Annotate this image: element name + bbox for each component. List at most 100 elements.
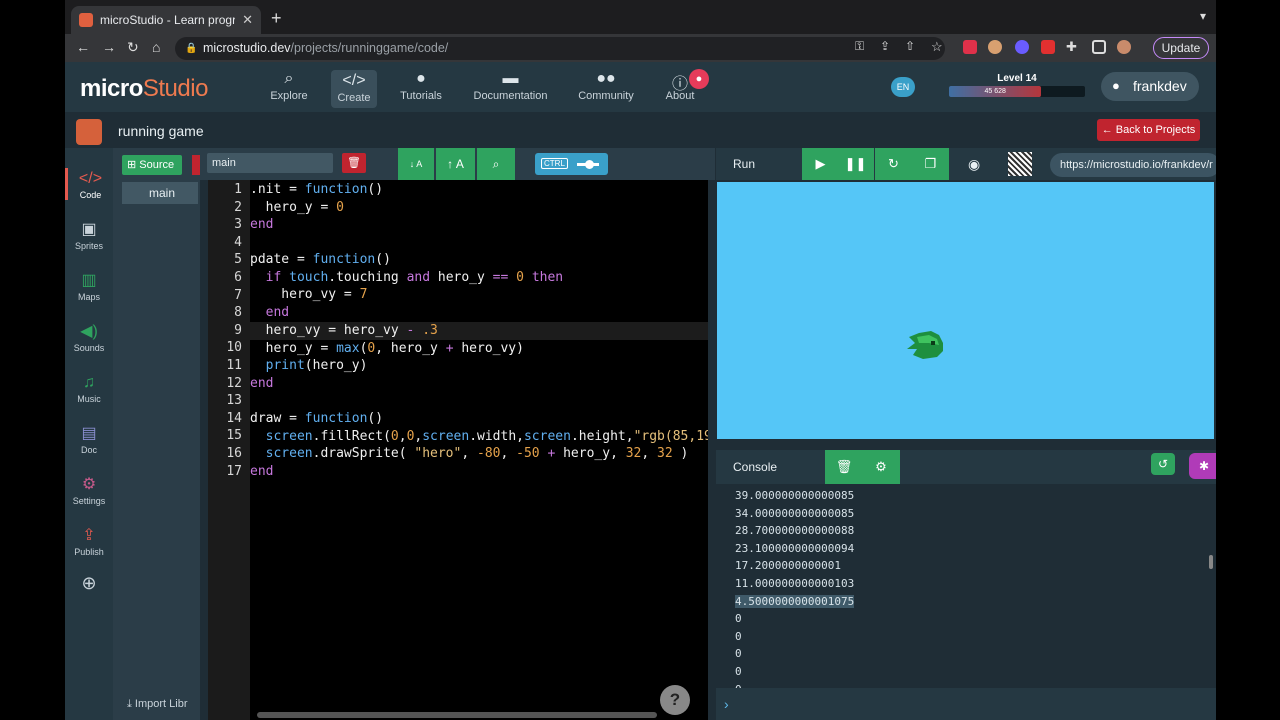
help-button[interactable]: ? (660, 685, 690, 715)
sidebar-item-maps[interactable]: ▥ Maps (65, 270, 113, 302)
folder-button[interactable] (192, 155, 200, 175)
line-number: 13 (226, 393, 242, 409)
sidebar-item-music[interactable]: ♫ Music (65, 372, 113, 404)
address-bar[interactable]: 🔒 microstudio.dev/projects/runninggame/c… (175, 37, 945, 60)
run-url-link[interactable]: https://microstudio.io/frankdev/r (1050, 153, 1216, 177)
game-screen[interactable] (717, 182, 1214, 439)
sidebar-item-doc[interactable]: ▤ Doc (65, 423, 113, 455)
back-arrow-icon[interactable]: ← (76, 39, 90, 55)
nav-tutorials[interactable]: ● Tutorials (386, 70, 456, 102)
user-menu-button[interactable]: ● frankdev (1101, 72, 1199, 101)
console-input[interactable]: › (716, 688, 1216, 720)
update-button[interactable]: Update (1153, 37, 1209, 59)
console-output[interactable]: 39.000000000000085 34.000000000000085 28.7… (716, 484, 1212, 688)
pause-button[interactable]: ❚❚ (837, 148, 874, 180)
code-icon: </> (78, 170, 103, 187)
nav-community[interactable]: ●● Community (571, 70, 641, 102)
file-item-main[interactable]: main (122, 182, 198, 204)
sidebar-toggle-icon[interactable] (1092, 40, 1106, 54)
sidebar-item-settings[interactable]: ⚙ Settings (65, 474, 113, 506)
play-button[interactable]: ▶ (802, 148, 839, 180)
sidebar-item-sounds[interactable]: ◀) Sounds (65, 321, 113, 353)
gear-icon: ⚙ (81, 476, 97, 493)
font-size-increase-button[interactable]: ↑ A (436, 148, 475, 180)
reload-icon[interactable]: ↻ (127, 39, 139, 56)
left-sidebar: </> Code ▣ Sprites ▥ Maps ◀) Sounds ♫ Music ▤… (65, 148, 113, 720)
extension-tp-icon[interactable] (963, 40, 977, 54)
nav-documentation[interactable]: ▬ Documentation (468, 70, 553, 102)
xp-progress-bar: 45 628 (949, 86, 1085, 97)
filename-input[interactable]: main (207, 153, 333, 173)
nav-create[interactable]: </> Create (331, 70, 377, 108)
font-size-decrease-button[interactable]: ↓ A (398, 148, 434, 180)
key-icon[interactable]: ⚿ (855, 39, 864, 54)
horizontal-scrollbar[interactable] (257, 712, 657, 718)
console-line: 11.000000000000103 (735, 577, 855, 590)
line-number: 10 (226, 340, 242, 356)
language-badge[interactable]: EN (891, 77, 915, 97)
line-number: 4 (234, 234, 242, 250)
new-tab-icon[interactable]: + (271, 8, 282, 29)
debug-button[interactable]: ✱ (1189, 453, 1216, 479)
microstudio-logo[interactable]: microStudio (80, 75, 208, 103)
code-line: screen.fillRect(0,0,screen.width,screen.… (265, 429, 708, 444)
history-button[interactable]: ↺ (1151, 453, 1175, 475)
extension-gear-icon[interactable] (1015, 40, 1029, 54)
line-number: 3 (234, 217, 242, 233)
microstudio-favicon-icon (79, 13, 93, 27)
qr-code-icon[interactable] (1008, 152, 1032, 176)
nav-label: Community (578, 90, 634, 102)
sidebar-label: Doc (80, 445, 97, 455)
sidebar-item-sprites[interactable]: ▣ Sprites (65, 219, 113, 251)
import-library-button[interactable]: ⤓ Import Libr (127, 698, 200, 711)
reload-icon: ↻ (888, 156, 899, 171)
star-icon[interactable]: ☆ (931, 39, 943, 55)
code-line: end (250, 217, 274, 232)
back-to-projects-button[interactable]: ← Back to Projects (1097, 119, 1200, 141)
camera-icon[interactable]: ◉ (968, 156, 980, 173)
restart-button[interactable]: ↻ (875, 148, 912, 180)
sidebar-label: Publish (74, 547, 104, 557)
search-code-button[interactable]: ⌕ (477, 148, 515, 180)
add-plugin-button[interactable]: ⊕ (65, 572, 113, 594)
share-icon[interactable]: ⇧ (905, 39, 915, 53)
extension-face-icon[interactable] (988, 40, 1002, 54)
code-line: pdate = function() (250, 252, 391, 267)
tab-title: microStudio - Learn programming (100, 13, 236, 27)
upload-icon: ⇪ (82, 527, 96, 544)
profile-avatar-icon[interactable] (1117, 40, 1131, 54)
close-tab-icon[interactable]: ✕ (242, 12, 253, 28)
url-host: microstudio.dev (203, 41, 291, 55)
sidebar-item-code[interactable]: </> Code (65, 168, 113, 200)
line-number: 7 (234, 287, 242, 303)
puzzle-icon[interactable]: ✚ (1066, 39, 1077, 55)
console-scrollbar[interactable] (1209, 555, 1213, 569)
console-line: 0 (735, 612, 742, 626)
sidebar-item-publish[interactable]: ⇪ Publish (65, 525, 113, 557)
notification-badge-icon[interactable]: ● (689, 69, 709, 89)
lock-icon: 🔒 (185, 43, 198, 54)
project-icon (76, 119, 102, 145)
console-settings-button[interactable]: ⚙ (862, 450, 900, 484)
code-line: hero_vy = 7 (250, 287, 368, 302)
detach-window-button[interactable]: ❐ (912, 148, 949, 180)
level-label: Level 14 (997, 73, 1037, 84)
code-line: end (250, 376, 274, 391)
chevron-down-icon[interactable]: ▾ (1200, 9, 1206, 23)
logo-part-micro: micro (80, 75, 143, 102)
clear-console-button[interactable]: 🗑 (825, 450, 863, 484)
browser-tab[interactable]: microStudio - Learn programming ✕ (71, 6, 261, 34)
delete-file-button[interactable]: 🗑 (342, 153, 366, 173)
code-editor[interactable]: 1 2 3 4 5 6 7 8 9 10 11 12 13 14 15 16 17 .nit = functio… (208, 180, 708, 720)
line-number: 17 (226, 463, 242, 479)
console-line: 17.2000000000001 (735, 559, 841, 573)
home-icon[interactable]: ⌂ (152, 39, 160, 55)
forward-arrow-icon[interactable]: → (102, 39, 116, 55)
line-number: 15 (226, 428, 242, 444)
ctrl-toggle[interactable]: CTRL (535, 153, 608, 175)
nav-explore[interactable]: ⌕ Explore (254, 70, 324, 102)
extension-red-icon[interactable] (1041, 40, 1055, 54)
install-icon[interactable]: ⇪ (880, 39, 890, 53)
nav-label: About (665, 90, 695, 102)
source-button[interactable]: ⊞ Source (122, 155, 182, 175)
